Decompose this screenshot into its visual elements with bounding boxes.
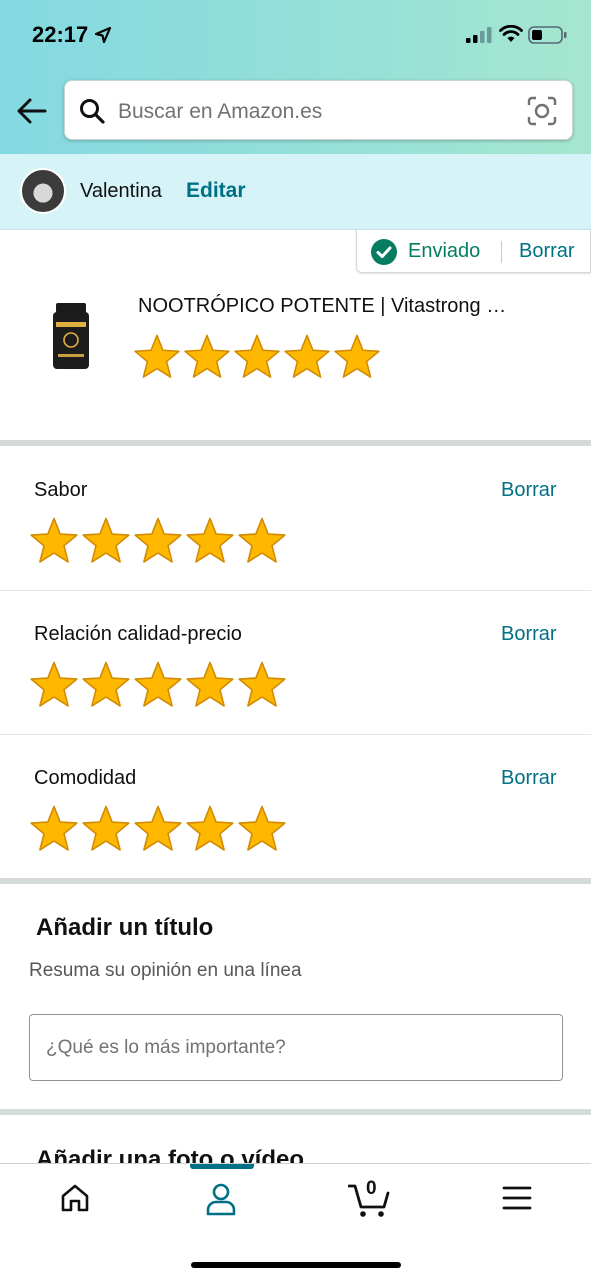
product-image (53, 303, 89, 369)
star-2-icon[interactable] (80, 515, 132, 567)
star-1-icon[interactable] (132, 332, 182, 382)
star-4-icon[interactable] (184, 515, 236, 567)
star-2-icon[interactable] (80, 803, 132, 855)
edit-profile-link[interactable]: Editar (186, 179, 246, 203)
attribute-label-sabor: Sabor (34, 479, 88, 501)
product-title: NOOTRÓPICO POTENTE | Vitastrong … (138, 295, 507, 317)
battery-icon (528, 26, 567, 44)
star-3-icon[interactable] (232, 332, 282, 382)
wifi-icon (499, 25, 523, 42)
user-name: Valentina (80, 180, 162, 202)
attribute-label-comodidad: Comodidad (34, 767, 137, 789)
user-bar: Valentina Editar (0, 154, 591, 230)
row-divider (0, 590, 591, 591)
star-3-icon[interactable] (132, 515, 184, 567)
cart-count-badge: 0 (366, 1178, 377, 1199)
star-4-icon[interactable] (184, 803, 236, 855)
status-time: 22:17 (32, 22, 89, 47)
delete-sabor-link[interactable]: Borrar (501, 479, 557, 502)
search-placeholder: Buscar en Amazon.es (118, 100, 323, 123)
star-2-icon[interactable] (80, 659, 132, 711)
app-header: 22:17 Buscar en Amazon.es (0, 0, 591, 154)
signal-icon (466, 27, 492, 43)
menu-icon[interactable] (502, 1185, 532, 1211)
section-divider (0, 440, 591, 446)
section-divider (0, 878, 591, 884)
search-input[interactable]: Buscar en Amazon.es (64, 80, 573, 140)
sabor-star-rating[interactable] (28, 515, 288, 567)
home-indicator (191, 1262, 401, 1268)
delete-relacion-link[interactable]: Borrar (501, 623, 557, 646)
attribute-label-relacion: Relación calidad-precio (34, 623, 242, 645)
star-4-icon[interactable] (184, 659, 236, 711)
badge-divider (501, 241, 502, 263)
star-4-icon[interactable] (282, 332, 332, 382)
star-5-icon[interactable] (236, 515, 288, 567)
account-icon[interactable] (205, 1182, 237, 1216)
location-arrow-icon (94, 26, 112, 44)
star-1-icon[interactable] (28, 515, 80, 567)
comodidad-star-rating[interactable] (28, 803, 288, 855)
check-circle-icon (371, 239, 397, 265)
sent-label: Enviado (408, 240, 481, 262)
star-3-icon[interactable] (132, 659, 184, 711)
sent-status-badge: Enviado Borrar (356, 230, 591, 273)
star-1-icon[interactable] (28, 659, 80, 711)
delete-comodidad-link[interactable]: Borrar (501, 767, 557, 790)
relacion-star-rating[interactable] (28, 659, 288, 711)
star-5-icon[interactable] (236, 803, 288, 855)
star-1-icon[interactable] (28, 803, 80, 855)
star-2-icon[interactable] (182, 332, 232, 382)
home-icon[interactable] (59, 1182, 91, 1214)
section-divider (0, 1109, 591, 1115)
add-title-subheading: Resuma su opinión en una línea (29, 960, 302, 981)
delete-review-link[interactable]: Borrar (519, 240, 575, 263)
star-5-icon[interactable] (332, 332, 382, 382)
camera-lens-icon[interactable] (527, 96, 557, 126)
star-3-icon[interactable] (132, 803, 184, 855)
overall-star-rating[interactable] (132, 332, 382, 382)
review-title-input[interactable] (29, 1014, 563, 1081)
row-divider (0, 734, 591, 735)
search-icon (80, 99, 105, 124)
add-title-heading: Añadir un título (36, 914, 214, 941)
active-tab-indicator (190, 1164, 254, 1169)
back-arrow-icon[interactable] (16, 96, 48, 126)
star-5-icon[interactable] (236, 659, 288, 711)
avatar (20, 168, 66, 214)
